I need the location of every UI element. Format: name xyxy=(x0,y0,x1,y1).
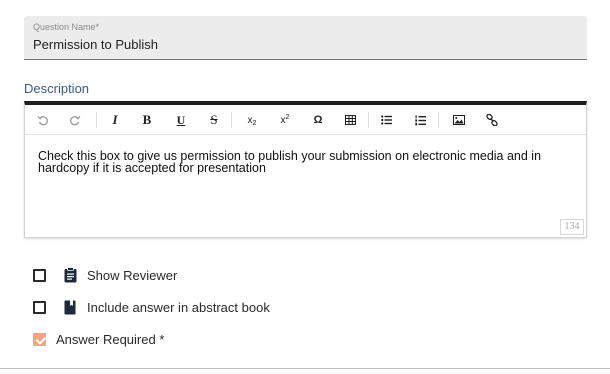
strikethrough-icon[interactable]: S xyxy=(206,112,222,128)
toolbar-separator xyxy=(96,112,97,128)
image-icon[interactable] xyxy=(451,112,467,128)
subscript-icon[interactable]: x2 xyxy=(244,112,260,128)
show-reviewer-option[interactable]: Show Reviewer xyxy=(33,267,177,283)
clipboard-icon xyxy=(63,267,77,283)
answer-required-checkbox[interactable] xyxy=(33,332,46,346)
question-name-field[interactable]: Question Name* Permission to Publish xyxy=(24,16,587,60)
answer-required-label: Answer Required * xyxy=(56,331,165,347)
question-name-input[interactable]: Permission to Publish xyxy=(33,36,578,54)
editor-content[interactable]: Check this box to give us permission to … xyxy=(38,150,558,175)
show-reviewer-label: Show Reviewer xyxy=(87,267,178,283)
underline-icon[interactable]: U xyxy=(173,112,189,128)
bottom-divider xyxy=(0,368,610,369)
editor-toolbar: I B U S x2 x2 Ω xyxy=(25,105,586,135)
italic-icon[interactable]: I xyxy=(107,112,123,128)
character-count: 134 xyxy=(560,219,584,235)
question-name-label: Question Name* xyxy=(33,22,100,32)
toolbar-separator xyxy=(438,112,439,128)
include-abstract-option[interactable]: Include answer in abstract book xyxy=(33,299,270,315)
undo-icon[interactable] xyxy=(35,112,51,128)
description-editor[interactable]: I B U S x2 x2 Ω Check this box to give u… xyxy=(24,101,587,238)
include-abstract-checkbox[interactable] xyxy=(33,300,46,314)
toolbar-separator xyxy=(231,112,232,128)
show-reviewer-checkbox[interactable] xyxy=(33,268,46,282)
special-character-icon[interactable]: Ω xyxy=(310,112,326,128)
link-icon[interactable] xyxy=(484,112,500,128)
description-label: Description xyxy=(24,81,90,96)
bulleted-list-icon[interactable] xyxy=(378,112,394,128)
superscript-icon[interactable]: x2 xyxy=(277,112,293,128)
bold-icon[interactable]: B xyxy=(139,112,155,128)
redo-icon[interactable] xyxy=(67,112,83,128)
toolbar-separator xyxy=(368,112,369,128)
answer-required-option[interactable]: Answer Required * xyxy=(33,331,164,347)
numbered-list-icon[interactable] xyxy=(412,112,428,128)
book-icon xyxy=(63,299,77,315)
table-icon[interactable] xyxy=(342,112,358,128)
include-abstract-label: Include answer in abstract book xyxy=(87,299,270,315)
